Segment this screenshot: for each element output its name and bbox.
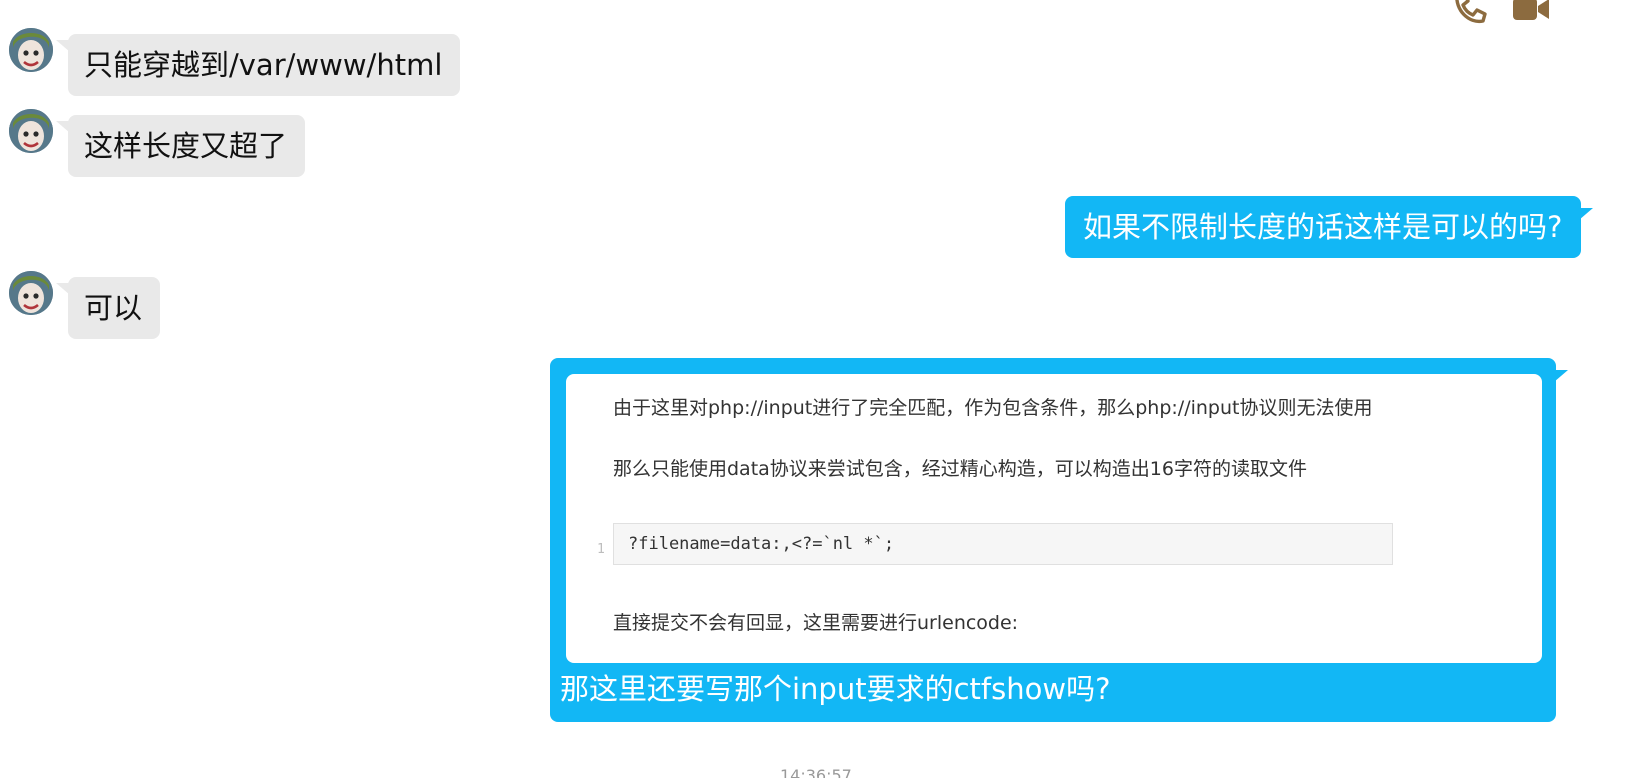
- message-bubble-incoming[interactable]: 可以: [55, 277, 161, 339]
- quote-line: 直接提交不会有回显，这里需要进行urlencode:: [613, 612, 1019, 634]
- message-bubble-outgoing[interactable]: 由于这里对php://input进行了完全匹配，作为包含条件，那么php://i…: [550, 358, 1568, 722]
- contact-avatar[interactable]: [9, 271, 53, 315]
- quote-line: 那么只能使用data协议来尝试包含，经过精心构造，可以构造出16字符的读取文件: [613, 458, 1307, 480]
- contact-avatar[interactable]: [9, 109, 53, 153]
- message-bubble-incoming[interactable]: 只能穿越到/var/www/html: [55, 34, 461, 96]
- message-text: 可以: [84, 291, 143, 325]
- quoted-content-card[interactable]: 由于这里对php://input进行了完全匹配，作为包含条件，那么php://i…: [566, 374, 1542, 663]
- message-text: 只能穿越到/var/www/html: [84, 48, 443, 82]
- code-text: ?filename=data:,<?=`nl *`;: [628, 534, 895, 554]
- code-line-number: 1: [597, 542, 605, 557]
- message-text: 那这里还要写那个input要求的ctfshow吗?: [560, 672, 1111, 706]
- video-camera-icon[interactable]: [1511, 0, 1551, 28]
- code-block: ?filename=data:,<?=`nl *`;: [613, 523, 1393, 565]
- message-bubble-incoming[interactable]: 这样长度又超了: [55, 115, 306, 177]
- chat-window: 只能穿越到/var/www/html 这样长度又超了 如果不限制长度的话这样是可…: [0, 0, 1637, 778]
- message-text: 如果不限制长度的话这样是可以的吗?: [1083, 210, 1563, 244]
- message-timestamp: 14:36:57: [780, 766, 852, 778]
- quote-line: 由于这里对php://input进行了完全匹配，作为包含条件，那么php://i…: [613, 397, 1373, 419]
- contact-avatar[interactable]: [9, 28, 53, 72]
- message-bubble-outgoing[interactable]: 如果不限制长度的话这样是可以的吗?: [1065, 196, 1594, 258]
- phone-icon[interactable]: [1449, 0, 1489, 28]
- message-text: 这样长度又超了: [84, 129, 288, 163]
